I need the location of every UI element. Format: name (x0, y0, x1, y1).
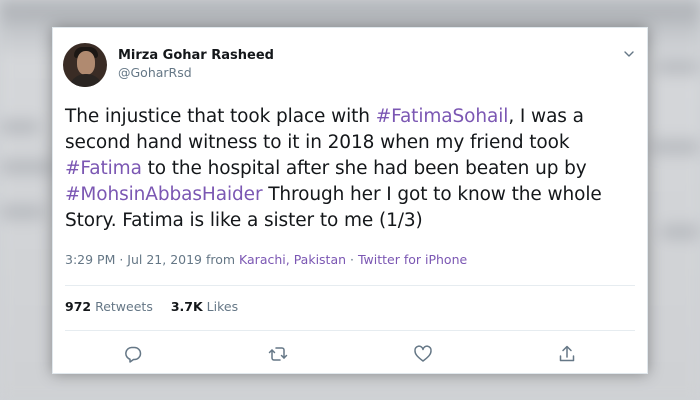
tweet-text: The injustice that took place with #Fati… (65, 104, 635, 234)
meta-separator: · (346, 252, 358, 267)
author-name[interactable]: Mirza Gohar Rasheed (118, 48, 274, 64)
retweet-icon[interactable] (268, 344, 288, 364)
author-handle[interactable]: @GoharRsd (118, 64, 274, 82)
divider (65, 330, 635, 331)
tweet-timestamp[interactable]: 3:29 PM · Jul 21, 2019 from (65, 252, 239, 267)
tweet-actions (53, 338, 647, 368)
author-info: Mirza Gohar Rasheed @GoharRsd (118, 48, 274, 82)
tweet-text-segment: The injustice that took place with (65, 106, 376, 127)
tweet-card: Mirza Gohar Rasheed @GoharRsd The injust… (52, 27, 648, 374)
share-icon[interactable] (557, 344, 577, 364)
retweets-count: 972 (65, 299, 92, 314)
likes-count: 3.7K (170, 299, 203, 314)
like-icon[interactable] (413, 344, 433, 364)
tweet-header: Mirza Gohar Rasheed @GoharRsd (63, 43, 274, 87)
chevron-down-icon[interactable] (623, 48, 635, 60)
reply-icon[interactable] (123, 344, 143, 364)
divider (65, 285, 635, 286)
tweet-source[interactable]: Twitter for iPhone (358, 252, 467, 267)
likes-stat[interactable]: 3.7K Likes (171, 299, 238, 314)
retweets-label: Retweets (95, 299, 153, 314)
tweet-meta: 3:29 PM · Jul 21, 2019 from Karachi, Pak… (65, 252, 467, 267)
likes-label: Likes (206, 299, 239, 314)
tweet-stats: 972 Retweets 3.7K Likes (65, 299, 238, 314)
tweet-text-segment: to the hospital after she had been beate… (141, 158, 587, 179)
retweets-stat[interactable]: 972 Retweets (65, 299, 153, 314)
hashtag-link[interactable]: #Fatima (65, 158, 142, 179)
avatar[interactable] (63, 43, 107, 87)
hashtag-link[interactable]: #FatimaSohail (376, 106, 509, 127)
hashtag-link[interactable]: #MohsinAbbasHaider (65, 184, 263, 205)
tweet-location[interactable]: Karachi, Pakistan (239, 252, 346, 267)
